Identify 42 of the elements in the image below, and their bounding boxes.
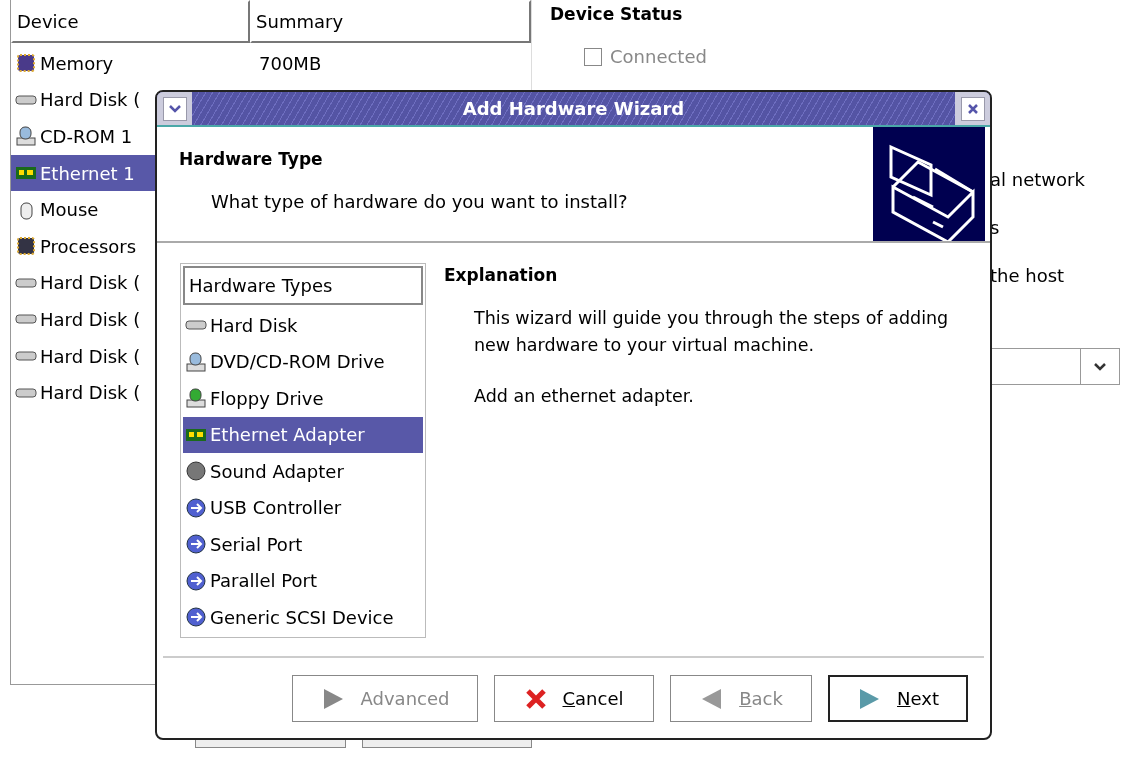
column-header[interactable]: Summary (250, 0, 531, 43)
cd-drive-icon (185, 350, 207, 373)
close-icon (524, 687, 547, 710)
parallel-port-icon (185, 569, 207, 592)
device-row[interactable]: Hard Disk ( (11, 81, 251, 119)
list-item[interactable]: Hard Disk (183, 307, 423, 344)
option-text: the host (990, 265, 1066, 286)
cd-drive-icon (15, 125, 37, 148)
scsi-icon (185, 606, 207, 629)
page-subtitle: What type of hardware do you want to install? (210, 191, 629, 212)
close-icon (966, 102, 979, 115)
device-row[interactable]: Memory (11, 45, 251, 82)
list-item[interactable]: DVD/CD-ROM Drive (183, 343, 423, 380)
section-title: Explanation (444, 265, 559, 285)
processor-chip-icon (15, 235, 37, 258)
list-item[interactable]: Serial Port (183, 526, 423, 563)
usb-icon (185, 496, 207, 519)
section-title: Device Status (550, 4, 684, 24)
summary-cell-text: 700MB (258, 52, 322, 74)
floppy-drive-icon (185, 387, 207, 410)
list-item[interactable]: Sound Adapter (183, 453, 423, 490)
window-menu-button[interactable] (157, 92, 192, 125)
dropdown[interactable] (990, 348, 1120, 385)
close-button[interactable] (955, 92, 990, 125)
device-row[interactable]: Processors (11, 227, 251, 265)
column-header[interactable]: Device (11, 0, 251, 43)
list-item[interactable]: Floppy Drive (183, 380, 423, 417)
dialog-button[interactable]: Next (828, 675, 968, 722)
list-item[interactable]: Parallel Port (183, 562, 423, 599)
list-item[interactable]: Generic SCSI Device (183, 599, 423, 636)
list-item[interactable]: Ethernet Adapter (183, 416, 423, 453)
dialog-button[interactable]: Cancel (494, 675, 654, 722)
explanation-text: This wizard will guide you through the steps of adding new hardware to your virtual machine. (474, 307, 950, 357)
list-header: Hardware Types (183, 266, 423, 305)
chevron-down-icon (167, 103, 182, 114)
list-item[interactable]: USB Controller (183, 489, 423, 526)
explanation-text: Add an ethernet adapter. (474, 385, 695, 408)
chevron-down-icon (1093, 361, 1107, 372)
window-title: Add Hardware Wizard (461, 97, 686, 121)
serial-port-icon (185, 533, 207, 556)
memory-chip-icon (15, 52, 37, 75)
speaker-icon (185, 460, 207, 483)
